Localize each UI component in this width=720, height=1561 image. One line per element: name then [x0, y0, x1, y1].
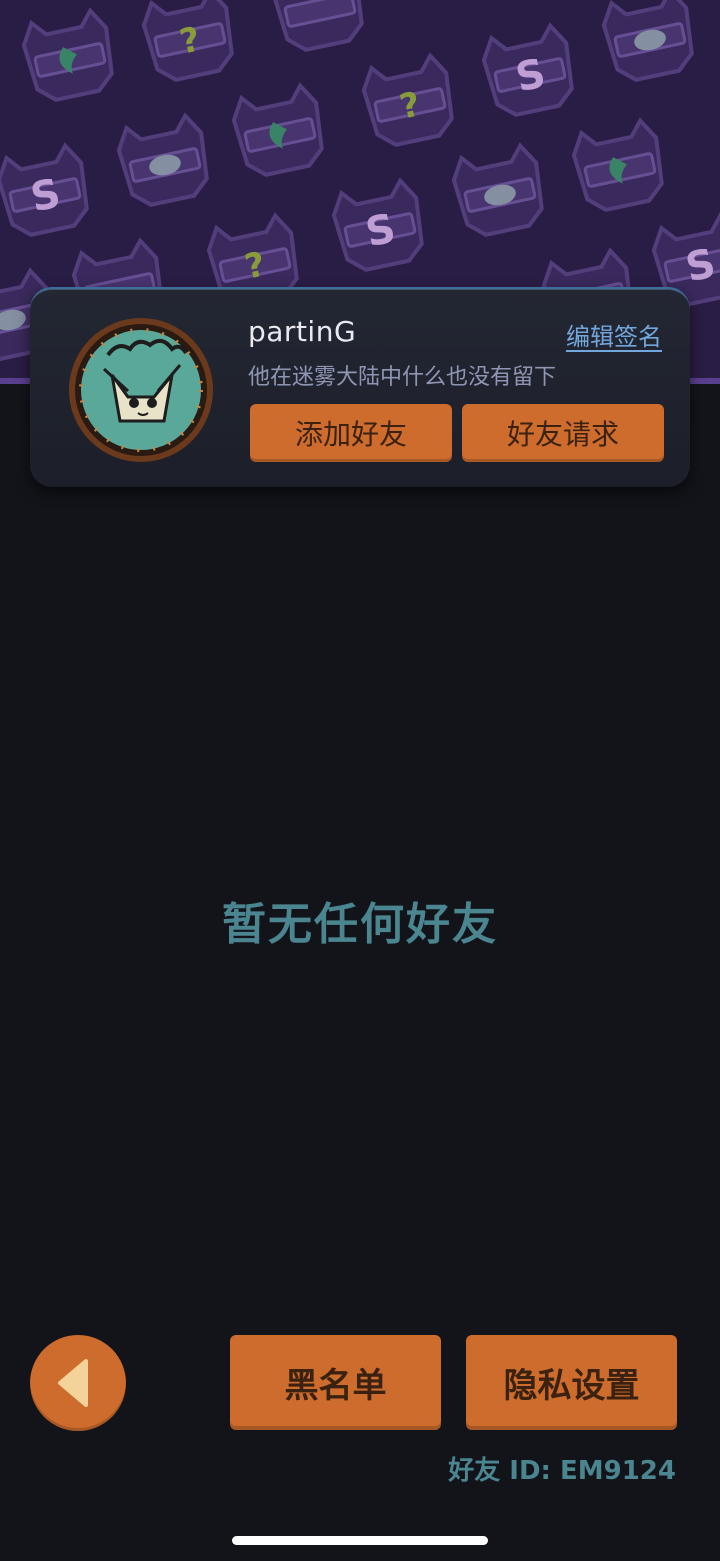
avatar[interactable]: [68, 317, 214, 463]
blacklist-button[interactable]: 黑名单: [230, 1335, 441, 1430]
friend-id-label: 好友 ID: EM9124: [448, 1456, 676, 1486]
cat-avatar-icon: [69, 318, 213, 462]
back-button[interactable]: [30, 1335, 126, 1431]
edit-signature-link[interactable]: 编辑签名: [566, 317, 662, 352]
home-indicator[interactable]: [232, 1536, 488, 1545]
friend-request-button[interactable]: 好友请求: [462, 404, 664, 462]
profile-card: partinG 编辑签名 他在迷雾大陆中什么也没有留下 添加好友 好友请求: [30, 287, 690, 487]
signature-text: 他在迷雾大陆中什么也没有留下: [248, 365, 557, 390]
back-triangle-icon: [58, 1359, 88, 1407]
username: partinG: [248, 315, 357, 348]
privacy-settings-button[interactable]: 隐私设置: [466, 1335, 677, 1430]
add-friend-button[interactable]: 添加好友: [250, 404, 452, 462]
empty-friends-message: 暂无任何好友: [222, 899, 498, 950]
